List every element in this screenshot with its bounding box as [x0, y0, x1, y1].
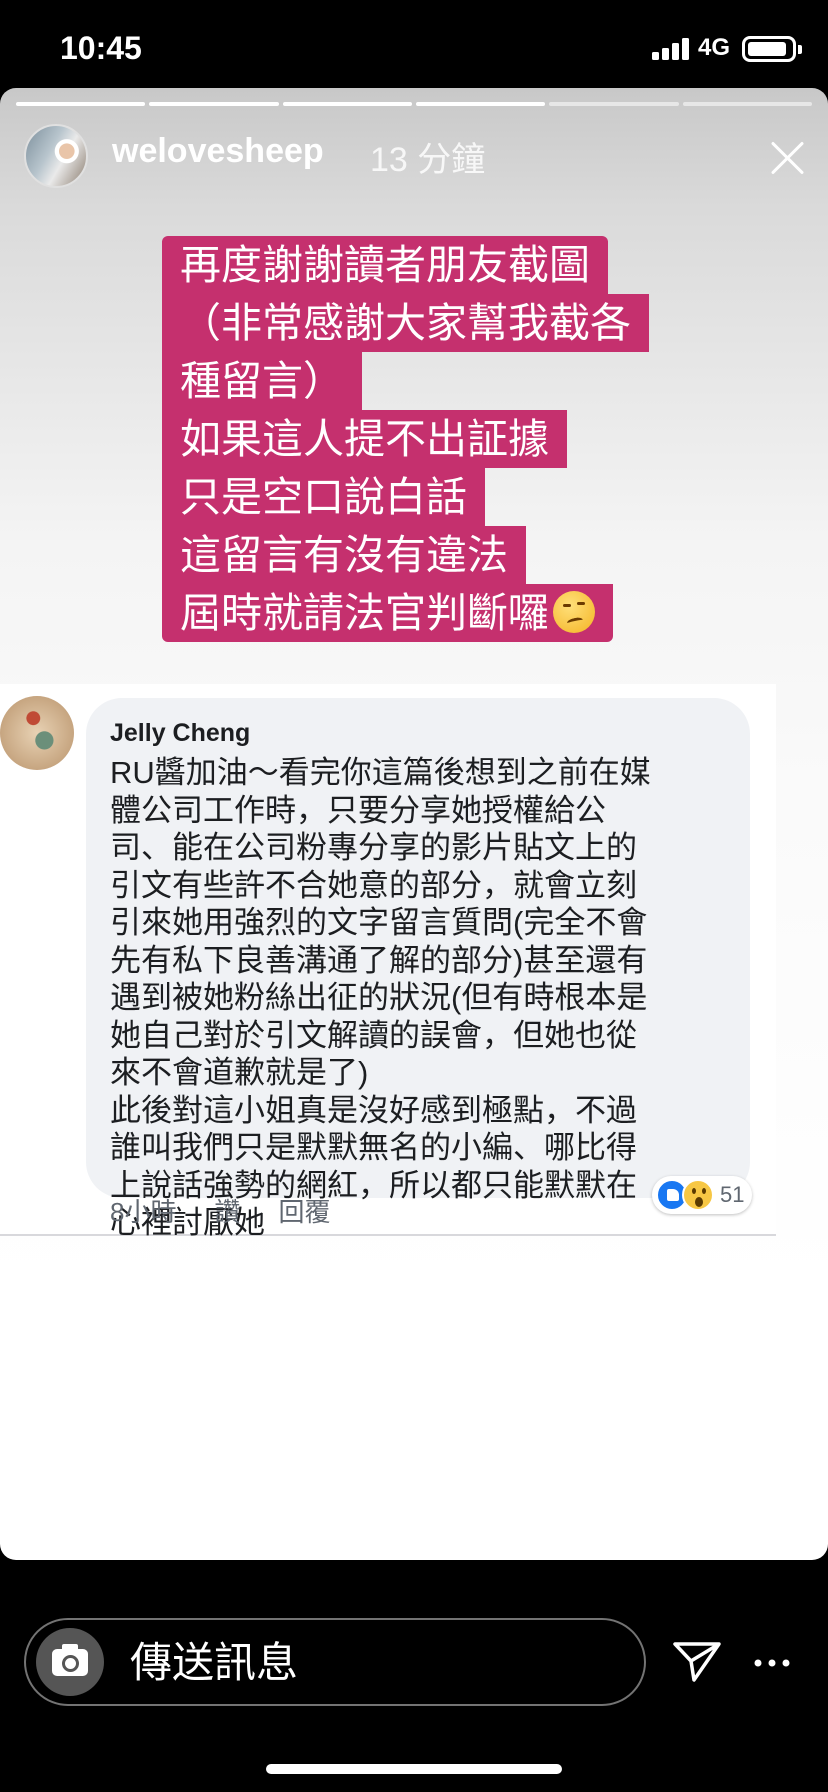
comment-bubble: Jelly Cheng RU醬加油～看完你這篇後想到之前在媒 體公司工作時，只要…: [86, 698, 750, 1240]
status-bar: 10:45 4G: [0, 0, 828, 90]
comment-line: 引文有些許不合她意的部分，就會立刻: [110, 867, 637, 903]
caption-line: 種留言）: [162, 352, 362, 410]
comment-line: 來不會道歉就是了): [110, 1055, 369, 1090]
message-input[interactable]: [130, 1638, 610, 1688]
caption-line: （非常感謝大家幫我截各: [162, 294, 649, 352]
smirking-face-icon: [553, 591, 595, 633]
comment-meta: 8小時 讚 回覆: [110, 1192, 331, 1229]
comment-line: 先有私下良善溝通了解的部分)甚至還有: [110, 942, 648, 978]
comment-time: 8小時: [110, 1197, 177, 1227]
progress-segment: [282, 102, 412, 106]
progress-segment: [16, 102, 146, 106]
progress-segment: [682, 102, 812, 106]
reaction-count: 51: [720, 1182, 745, 1207]
more-options-icon[interactable]: [752, 1648, 792, 1678]
camera-icon: [52, 1644, 88, 1676]
camera-button[interactable]: [36, 1628, 104, 1696]
progress-segment-active: [549, 102, 679, 106]
comment-text: RU醬加油～看完你這篇後想到之前在媒 體公司工作時，只要分享她授權給公 司、能在…: [110, 754, 726, 1242]
comment-reply-label: 回覆: [278, 1197, 331, 1227]
comment-line: 引來她用強烈的文字留言質問(完全不會: [110, 905, 648, 940]
comment-line: 司、能在公司粉專分享的影片貼文上的: [110, 830, 637, 865]
caption-line: 只是空口說白話: [162, 468, 485, 526]
reaction-summary: 51: [652, 1176, 753, 1214]
comment-line: 誰叫我們只是默默無名的小編、哪比得: [110, 1130, 637, 1165]
close-icon[interactable]: [768, 138, 808, 178]
network-type: 4G: [698, 34, 731, 61]
home-indicator: [266, 1764, 562, 1774]
commenter-avatar: [0, 696, 74, 770]
send-icon[interactable]: [672, 1640, 722, 1684]
comment-line: 她自己對於引文解讀的誤會，但她也從: [110, 1017, 637, 1053]
story-author-avatar[interactable]: [24, 124, 88, 188]
caption-line: 再度謝謝讀者朋友截圖: [162, 236, 608, 294]
comment-line: 此後對這小姐真是沒好感到極點，不過: [110, 1092, 637, 1128]
caption-line: 這留言有沒有違法: [162, 526, 526, 584]
comment-like-label: 讚: [214, 1197, 241, 1227]
progress-segment: [149, 102, 279, 106]
caption-line-text: 屆時就請法官判斷囉: [180, 590, 549, 636]
caption-line: 如果這人提不出証據: [162, 410, 567, 468]
story-username[interactable]: welovesheep: [112, 132, 324, 171]
caption-line-last: 屆時就請法官判斷囉: [162, 584, 613, 642]
story-viewer[interactable]: welovesheep 13 分鐘 再度謝謝讀者朋友截圖 （非常感謝大家幫我截各…: [0, 88, 828, 1560]
signal-icon: [652, 36, 692, 60]
comment-line: 遇到被她粉絲出征的狀況(但有時根本是: [110, 980, 648, 1015]
progress-segment: [415, 102, 546, 106]
comment-line: 體公司工作時，只要分享她授權給公: [110, 792, 606, 828]
story-caption: 再度謝謝讀者朋友截圖 （非常感謝大家幫我截各 種留言） 如果這人提不出証據 只是…: [162, 236, 649, 642]
wow-icon: [682, 1179, 714, 1211]
story-progress-bar: [16, 102, 812, 106]
commenter-name: Jelly Cheng: [110, 719, 251, 747]
clock: 10:45: [60, 30, 142, 66]
reply-bar: [24, 1618, 646, 1706]
comment-screenshot: Jelly Cheng RU醬加油～看完你這篇後想到之前在媒 體公司工作時，只要…: [0, 684, 776, 1240]
battery-icon: [742, 36, 802, 62]
comment-line: RU醬加油～看完你這篇後想到之前在媒: [110, 755, 651, 790]
story-time-ago: 13 分鐘: [370, 141, 486, 179]
